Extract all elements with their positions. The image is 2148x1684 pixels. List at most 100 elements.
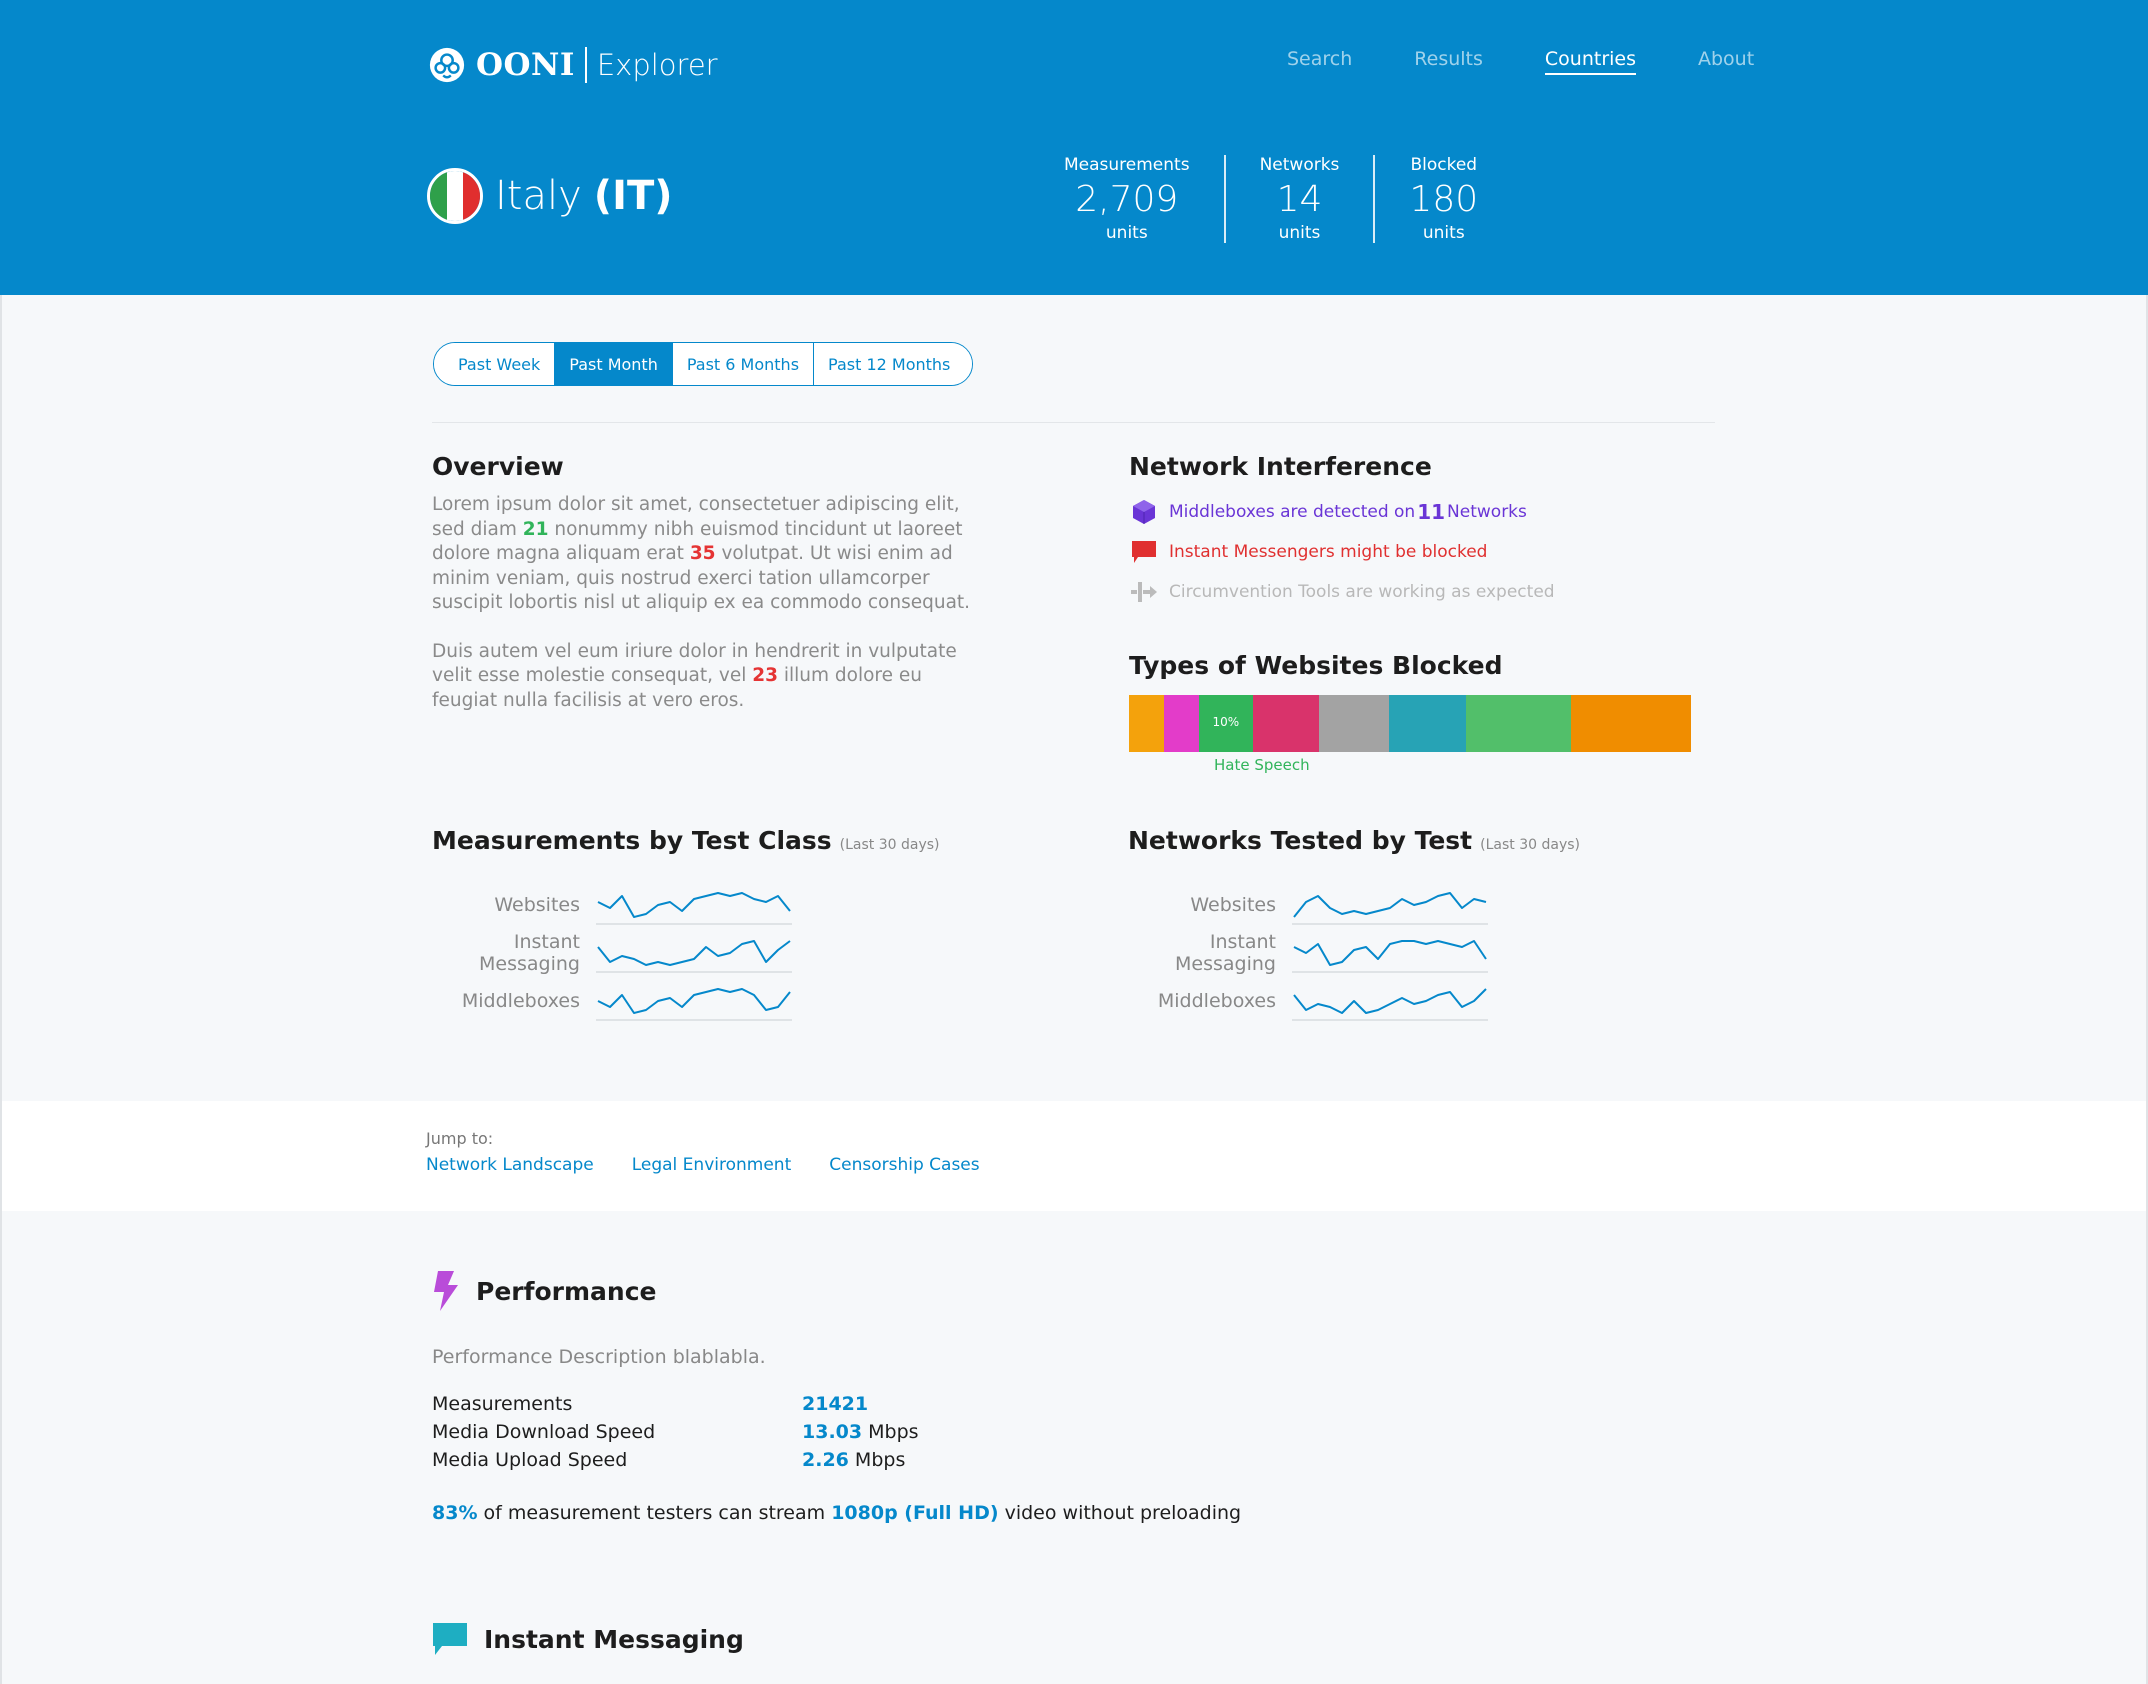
middleboxes-suffix: Networks — [1447, 502, 1527, 522]
value-number: 13.03 — [802, 1421, 863, 1443]
title-text: Measurements by Test Class — [432, 826, 832, 855]
network-interference-section: Network Interference Middleboxes are det… — [1129, 452, 1729, 605]
metric-name: Media Download Speed — [432, 1421, 656, 1443]
main-nav: Search Results Countries About — [1287, 48, 1754, 75]
period-past-month[interactable]: Past Month — [554, 343, 672, 385]
country-code: (IT) — [593, 173, 673, 219]
chat-flag-icon — [1129, 539, 1159, 565]
sparkline-row: Instant Messaging — [1128, 929, 1688, 977]
country-stats: Measurements 2,709 units Networks 14 uni… — [1030, 155, 1512, 243]
metric-name: Media Upload Speed — [432, 1449, 628, 1471]
jump-to-label: Jump to: — [426, 1129, 494, 1148]
instant-messengers-text: Instant Messengers might be blocked — [1169, 542, 1488, 562]
sparkline-instant-messaging — [1292, 940, 1488, 973]
nav-results[interactable]: Results — [1414, 48, 1483, 75]
sparkline-label: Middleboxes — [1157, 990, 1276, 1012]
jump-legal-environment[interactable]: Legal Environment — [632, 1155, 792, 1175]
jump-to-links: Network Landscape Legal Environment Cens… — [426, 1155, 1018, 1175]
blocked-category-segment[interactable] — [1318, 695, 1389, 752]
period-past-6-months[interactable]: Past 6 Months — [671, 343, 814, 385]
circumvention-plug-icon — [1129, 579, 1159, 605]
nav-about[interactable]: About — [1698, 48, 1754, 75]
stat-blocked: Blocked 180 units — [1373, 155, 1512, 243]
nav-search[interactable]: Search — [1287, 48, 1352, 75]
stat-unit: units — [1278, 223, 1321, 243]
sparkline-table: Websites Instant Messaging Middleboxes — [432, 881, 992, 1025]
performance-row: Media Download Speed 13.03 Mbps — [432, 1418, 1532, 1446]
performance-section: Performance Performance Description blab… — [432, 1270, 1532, 1524]
measurements-by-test-title: Measurements by Test Class (Last 30 days) — [432, 826, 992, 855]
period-past-12-months[interactable]: Past 12 Months — [813, 343, 973, 385]
network-interference-title: Network Interference — [1129, 452, 1432, 481]
blocked-category-segment[interactable] — [1163, 695, 1199, 752]
sparkline-label: Websites — [1190, 894, 1276, 916]
websites-blocked-section: Types of Websites Blocked 10% Hate Speec… — [1129, 651, 1691, 774]
stat-label: Blocked — [1410, 155, 1478, 175]
stat-value: 180 — [1409, 179, 1479, 220]
sparkline-label: Instant Messaging — [479, 931, 580, 975]
performance-table: Measurements 21421 Media Download Speed … — [432, 1390, 1532, 1474]
stat-measurements: Measurements 2,709 units — [1030, 155, 1224, 243]
jump-network-landscape[interactable]: Network Landscape — [426, 1155, 594, 1175]
country-name: Italy — [495, 173, 582, 219]
overview-title: Overview — [432, 452, 564, 481]
sparkline-row: Instant Messaging — [432, 929, 992, 977]
sparkline-series — [597, 940, 791, 966]
sparkline-row: Websites — [432, 881, 992, 929]
sparkline-row: Websites — [1128, 881, 1688, 929]
metric-value: 2.26 Mbps — [802, 1446, 905, 1474]
performance-row: Media Upload Speed 2.26 Mbps — [432, 1446, 1532, 1474]
sparkline-series — [1293, 940, 1487, 966]
ooni-logo[interactable]: OONI Explorer — [428, 43, 718, 87]
period-past-week[interactable]: Past Week — [434, 343, 555, 385]
jump-censorship-cases[interactable]: Censorship Cases — [829, 1155, 979, 1175]
country-header: OONI Explorer Search Results Countries A… — [0, 0, 2148, 295]
value-unit: Mbps — [862, 1421, 919, 1443]
sparkline-label: Middleboxes — [461, 990, 580, 1012]
period-selector: Past Week Past Month Past 6 Months Past … — [433, 342, 974, 386]
sparkline-row: Middleboxes — [1128, 977, 1688, 1025]
stat-value: 14 — [1276, 179, 1323, 220]
highlight-number: 23 — [752, 665, 778, 686]
circumvention-status: Circumvention Tools are working as expec… — [1129, 579, 1729, 605]
text: video without preloading — [998, 1502, 1242, 1524]
middleboxes-text: Middleboxes are detected on — [1169, 502, 1416, 522]
blocked-category-segment[interactable]: 10% — [1198, 695, 1253, 752]
sparkline-series — [1293, 892, 1487, 918]
performance-title: Performance — [476, 1276, 657, 1306]
segment-label: 10% — [1212, 715, 1240, 729]
text: of measurement testers can stream — [477, 1502, 832, 1524]
networks-by-test-section: Networks Tested by Test (Last 30 days) We… — [1128, 826, 1688, 1025]
logo-separator — [584, 47, 587, 83]
middleboxes-status: Middleboxes are detected on 11 Networks — [1129, 499, 1729, 525]
country-title: Italy (IT) — [427, 168, 673, 224]
measurements-by-test-section: Measurements by Test Class (Last 30 days)… — [432, 826, 992, 1025]
blocked-category-segment[interactable] — [1388, 695, 1467, 752]
logo-product: Explorer — [596, 48, 718, 82]
performance-row: Measurements 21421 — [432, 1390, 1532, 1418]
websites-blocked-title: Types of Websites Blocked — [1129, 651, 1503, 680]
streaming-resolution: 1080p (Full HD) — [831, 1502, 999, 1524]
overview-paragraph-2: Duis autem vel eum iriure dolor in hendr… — [432, 640, 992, 714]
highlight-number: 35 — [689, 543, 716, 564]
circumvention-text: Circumvention Tools are working as expec… — [1169, 582, 1555, 602]
sparkline-series — [1293, 988, 1487, 1014]
networks-by-test-title: Networks Tested by Test (Last 30 days) — [1128, 826, 1688, 855]
title-text: Networks Tested by Test — [1128, 826, 1473, 855]
streaming-percent: 83% — [432, 1502, 478, 1524]
metric-value: 13.03 Mbps — [802, 1418, 919, 1446]
section-divider — [432, 422, 1715, 423]
performance-description: Performance Description blablabla. — [432, 1346, 766, 1368]
metric-value: 21421 — [802, 1390, 868, 1418]
instant-messaging-header: Instant Messaging — [432, 1622, 744, 1656]
blocked-category-segment[interactable] — [1570, 695, 1691, 752]
blocked-category-segment[interactable] — [1466, 695, 1571, 752]
stat-label: Measurements — [1064, 155, 1190, 175]
sparkline-label: Websites — [494, 894, 580, 916]
blocked-category-segment[interactable] — [1129, 695, 1164, 752]
stat-label: Networks — [1259, 155, 1340, 175]
blocked-category-segment[interactable] — [1253, 695, 1319, 752]
nav-countries[interactable]: Countries — [1544, 48, 1636, 75]
performance-header: Performance — [432, 1270, 1532, 1312]
sparkline-series — [597, 892, 791, 918]
